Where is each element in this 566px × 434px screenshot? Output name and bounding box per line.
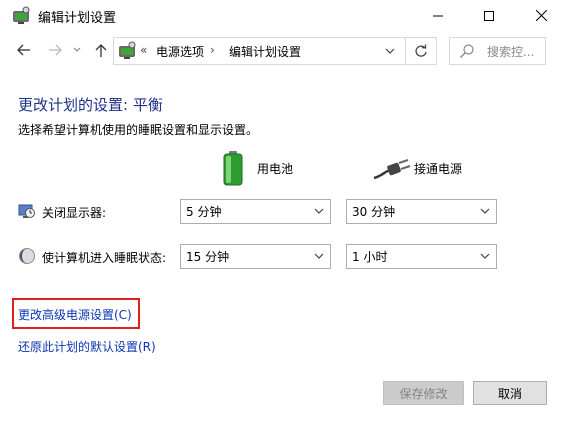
chevron-down-icon <box>73 47 81 52</box>
chevron-down-icon <box>480 253 490 259</box>
select-value: 1 小时 <box>352 250 388 264</box>
breadcrumb-overflow[interactable]: « <box>140 43 147 57</box>
refresh-button[interactable] <box>406 37 437 65</box>
breadcrumb-separator[interactable]: › <box>210 43 215 57</box>
sleep-moon-icon <box>19 248 35 264</box>
maximize-icon <box>484 10 494 21</box>
window-title: 编辑计划设置 <box>38 11 117 26</box>
advanced-power-settings-link[interactable]: 更改高级电源设置(C) <box>18 306 132 323</box>
recent-locations-button[interactable] <box>70 38 84 62</box>
display-off-plugged-select[interactable]: 30 分钟 <box>346 199 497 224</box>
save-button[interactable]: 保存修改 <box>383 381 464 405</box>
chevron-down-icon <box>385 48 395 54</box>
display-off-battery-select[interactable]: 5 分钟 <box>180 199 331 224</box>
breadcrumb-item-edit-plan[interactable]: 编辑计划设置 <box>229 43 301 60</box>
chevron-down-icon <box>314 208 324 214</box>
refresh-icon <box>415 44 427 57</box>
arrow-up-icon <box>95 44 107 57</box>
plug-icon <box>373 159 411 180</box>
close-button[interactable] <box>516 0 566 31</box>
sleep-label: 使计算机进入睡眠状态: <box>42 251 167 265</box>
sleep-battery-select[interactable]: 15 分钟 <box>180 244 331 269</box>
up-button[interactable] <box>90 38 112 62</box>
arrow-left-icon <box>17 44 30 56</box>
minimize-icon <box>433 15 443 16</box>
forward-button[interactable] <box>44 38 66 62</box>
search-input[interactable]: 搜索控... <box>487 43 534 60</box>
breadcrumb-item-power-options[interactable]: 电源选项 <box>156 43 204 60</box>
battery-column-label: 用电池 <box>257 162 294 176</box>
power-options-icon <box>13 6 30 24</box>
address-history-button[interactable] <box>383 45 397 57</box>
close-icon <box>535 10 547 21</box>
chevron-down-icon <box>480 208 490 214</box>
sleep-plugged-select[interactable]: 1 小时 <box>346 244 497 269</box>
plugged-in-column-label: 接通电源 <box>414 162 463 176</box>
battery-icon <box>223 151 243 186</box>
power-options-icon <box>119 41 136 59</box>
select-value: 5 分钟 <box>186 205 222 219</box>
page-description: 选择希望计算机使用的睡眠设置和显示设置。 <box>18 123 259 137</box>
select-value: 15 分钟 <box>186 250 230 264</box>
minimize-button[interactable] <box>415 0 461 31</box>
display-timer-icon <box>18 204 35 218</box>
restore-defaults-link[interactable]: 还原此计划的默认设置(R) <box>18 338 156 355</box>
turn-off-display-label: 关闭显示器: <box>42 206 107 220</box>
arrow-right-icon <box>49 44 62 56</box>
cancel-button[interactable]: 取消 <box>473 381 547 405</box>
search-icon <box>460 44 474 58</box>
chevron-down-icon <box>314 253 324 259</box>
select-value: 30 分钟 <box>352 205 396 219</box>
maximize-button[interactable] <box>466 0 512 31</box>
back-button[interactable] <box>13 38 35 62</box>
page-title: 更改计划的设置: 平衡 <box>18 96 163 114</box>
